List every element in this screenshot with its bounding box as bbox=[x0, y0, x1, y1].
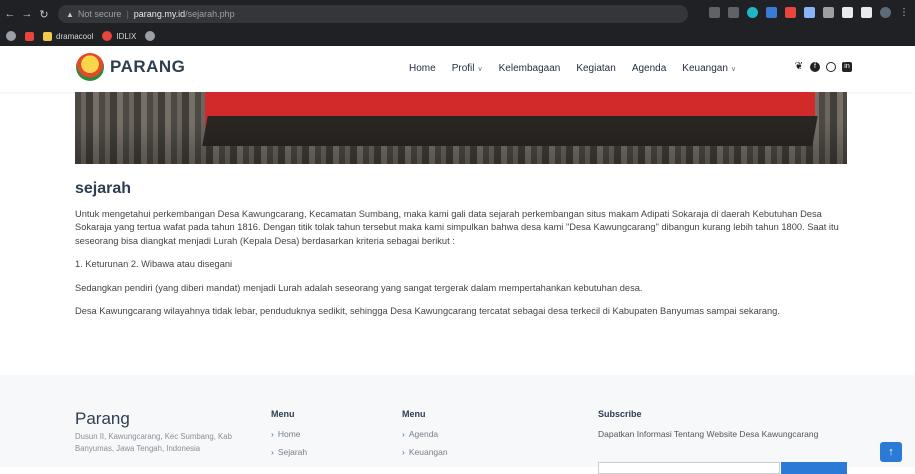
globe-icon[interactable] bbox=[145, 31, 156, 41]
address-row: ← → ↻ ▲ Not secure | parang.my.id /sejar… bbox=[0, 4, 915, 24]
image-shade bbox=[75, 92, 847, 164]
extension-icon[interactable] bbox=[823, 7, 834, 18]
site-footer: Parang Dusun II, Kawungcarang, Kec Sumba… bbox=[0, 375, 915, 467]
footer-subscribe: Subscribe Dapatkan Informasi Tentang Web… bbox=[598, 409, 848, 439]
nav-keuangan[interactable]: Keuangan ∨ bbox=[682, 63, 736, 74]
article-paragraph: Desa Kawungcarang wilayahnya tidak lebar… bbox=[75, 306, 780, 316]
subscribe-title: Subscribe bbox=[598, 409, 642, 419]
footer-address: Dusun II, Kawungcarang, Kec Sumbang, Kab… bbox=[75, 432, 232, 453]
bookmarks-bar: dramacool IDLIX bbox=[0, 27, 915, 45]
chevron-right-icon: › bbox=[271, 429, 274, 439]
nav-agenda[interactable]: Agenda bbox=[632, 63, 666, 74]
forward-icon[interactable]: → bbox=[20, 8, 34, 20]
browser-chrome: ← → ↻ ▲ Not secure | parang.my.id /sejar… bbox=[0, 0, 915, 46]
reload-icon[interactable]: ↻ bbox=[37, 8, 51, 21]
bookmark-icon bbox=[102, 31, 113, 41]
hero-image bbox=[75, 92, 847, 164]
separator: | bbox=[126, 9, 129, 19]
nav-profil[interactable]: Profil ∨ bbox=[452, 63, 483, 74]
chevron-right-icon: › bbox=[402, 447, 405, 457]
address-bar[interactable]: ▲ Not secure | parang.my.id /sejarah.php bbox=[58, 5, 688, 23]
security-label: Not secure bbox=[77, 9, 122, 19]
extension-icon[interactable] bbox=[785, 7, 796, 18]
extension-icons: ⋮ bbox=[709, 7, 909, 18]
subscribe-button[interactable] bbox=[781, 462, 847, 474]
twitter-icon[interactable]: ❦ bbox=[794, 62, 804, 72]
article-paragraph: Sedangkan pendiri (yang diberi mandat) m… bbox=[75, 282, 643, 293]
instagram-icon[interactable] bbox=[826, 62, 836, 72]
main-nav: Home Profil ∨ Kelembagaan Kegiatan Agenda… bbox=[409, 63, 736, 74]
brand-name: PARANG bbox=[110, 57, 186, 76]
chevron-right-icon: › bbox=[402, 429, 405, 439]
profile-avatar-icon[interactable] bbox=[880, 7, 891, 18]
nav-kegiatan[interactable]: Kegiatan bbox=[576, 63, 615, 74]
site-logo[interactable]: PARANG bbox=[76, 53, 185, 81]
url-path: /sejarah.php bbox=[185, 9, 235, 19]
site-header: PARANG Home Profil ∨ Kelembagaan Kegiatan… bbox=[0, 46, 915, 92]
article: sejarah Untuk mengetahui perkembangan De… bbox=[75, 180, 847, 329]
village-emblem-icon bbox=[76, 53, 104, 81]
article-paragraph: Untuk mengetahui perkembangan Desa Kawun… bbox=[75, 208, 839, 246]
more-icon[interactable]: ⋮ bbox=[899, 7, 909, 18]
bookmark-item[interactable]: dramacool bbox=[43, 31, 93, 41]
footer-link-agenda[interactable]: › Agenda bbox=[402, 429, 448, 439]
page-title: sejarah bbox=[75, 180, 132, 197]
star-icon[interactable] bbox=[728, 7, 739, 18]
nav-kelembagaan[interactable]: Kelembagaan bbox=[499, 63, 561, 74]
footer-brand: Parang bbox=[75, 409, 130, 428]
bookmark-icon bbox=[43, 31, 52, 41]
chevron-right-icon: › bbox=[271, 447, 274, 457]
subscribe-text: Dapatkan Informasi Tentang Website Desa … bbox=[598, 429, 819, 439]
extension-icon[interactable] bbox=[804, 7, 815, 18]
nav-home[interactable]: Home bbox=[409, 63, 436, 74]
extension-icon[interactable] bbox=[747, 7, 758, 18]
puzzle-icon[interactable] bbox=[842, 7, 853, 18]
facebook-icon[interactable]: f bbox=[810, 62, 820, 72]
warning-icon: ▲ bbox=[66, 9, 74, 19]
footer-menu-1: Menu › Home › Sejarah bbox=[271, 409, 307, 465]
footer-menu-title: Menu bbox=[271, 409, 295, 419]
footer-menu-2: Menu › Agenda › Keuangan bbox=[402, 409, 448, 465]
footer-link-sejarah[interactable]: › Sejarah bbox=[271, 447, 307, 457]
linkedin-icon[interactable]: in bbox=[842, 62, 852, 72]
footer-link-home[interactable]: › Home bbox=[271, 429, 307, 439]
share-icon[interactable] bbox=[709, 7, 720, 18]
bookmark-item[interactable]: IDLIX bbox=[102, 31, 136, 41]
url-host: parang.my.id bbox=[133, 9, 186, 19]
youtube-icon[interactable] bbox=[25, 31, 34, 41]
sidepanel-icon[interactable] bbox=[861, 7, 872, 18]
chevron-down-icon: ∨ bbox=[477, 65, 483, 73]
extension-icon[interactable] bbox=[766, 7, 777, 18]
back-to-top-button[interactable]: ↑ bbox=[880, 442, 902, 462]
social-links: ❦ f in bbox=[794, 62, 852, 72]
article-paragraph: 1. Keturunan 2. Wibawa atau disegani bbox=[75, 259, 233, 269]
footer-menu-title: Menu bbox=[402, 409, 426, 419]
subscribe-email-input[interactable] bbox=[598, 462, 780, 474]
globe-icon[interactable] bbox=[6, 31, 16, 41]
chevron-down-icon: ∨ bbox=[730, 65, 737, 73]
footer-link-keuangan[interactable]: › Keuangan bbox=[402, 447, 448, 457]
back-icon[interactable]: ← bbox=[3, 8, 17, 20]
